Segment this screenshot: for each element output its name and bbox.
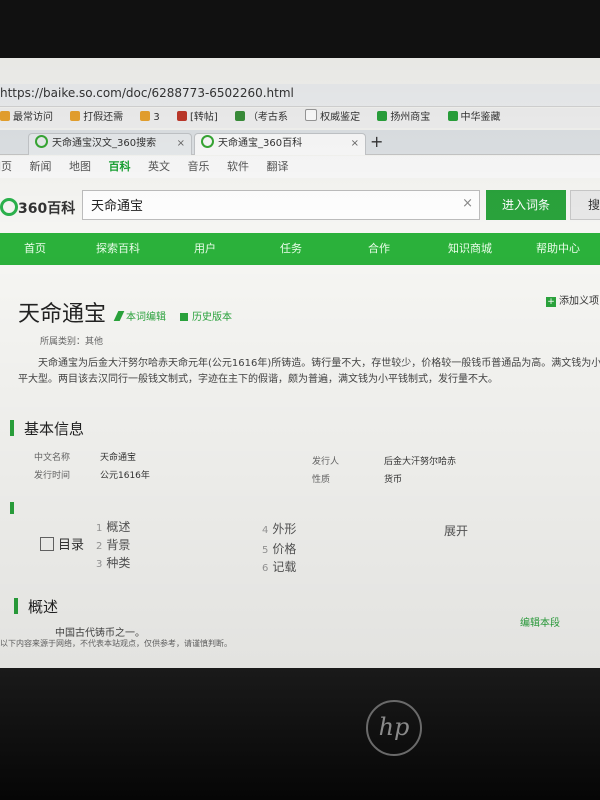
page-icon — [447, 111, 458, 121]
nav-item[interactable]: 地图 — [69, 156, 91, 178]
toc-item[interactable]: 3 种类 — [96, 554, 130, 571]
toc-item[interactable]: 4 外形 — [262, 520, 296, 537]
toc-item[interactable]: 6 记载 — [262, 558, 296, 575]
main-nav-store[interactable]: 知识商城 — [448, 233, 492, 265]
bookmark-item[interactable]: [转帖] — [176, 108, 218, 128]
tab-search[interactable]: 天命通宝汉文_360搜索 × — [28, 133, 192, 155]
overview-text: 中国古代铸币之一。 — [55, 628, 145, 639]
search-input[interactable] — [83, 191, 459, 218]
edit-section-link[interactable]: 编辑本段 — [520, 614, 560, 629]
monitor-bezel-bottom — [0, 668, 600, 800]
nav-item[interactable]: 英文 — [148, 156, 170, 178]
overview-heading: 概述 — [14, 596, 58, 617]
info-value: 天命通宝 — [100, 453, 137, 463]
info-value: 公元1616年 — [100, 471, 150, 481]
nav-item[interactable]: 音乐 — [188, 156, 210, 178]
category-label: 所属类别：其他 — [40, 337, 104, 347]
image-icon — [176, 111, 187, 121]
tab-baike[interactable]: 天命通宝_360百科 × — [194, 133, 366, 155]
add-item-link[interactable]: + 添加义项 — [546, 292, 599, 307]
book-icon — [40, 537, 54, 551]
info-key: 发行人 — [312, 457, 340, 467]
bookmark-item[interactable]: 3 — [140, 108, 160, 128]
info-key: 发行时间 — [34, 471, 71, 481]
monitor-bezel-top — [0, 0, 600, 58]
info-key: 中文名称 — [34, 453, 71, 463]
main-nav-explore[interactable]: 探索百科 — [96, 233, 140, 265]
search-button[interactable]: 搜索 — [570, 190, 600, 220]
nav-item[interactable]: 网页 — [0, 156, 12, 178]
bookmarks-bar: 最常访问 打假还需 3 [转帖] （考古系 权威鉴定 扬州商宝 中华鉴藏 — [0, 108, 600, 128]
main-nav: 首页 探索百科 用户 任务 合作 知识商城 帮助中心 — [0, 233, 600, 265]
section-marker — [10, 502, 14, 514]
bookmark-item[interactable]: 最常访问 — [0, 108, 53, 128]
toc-item[interactable]: 1 概述 — [96, 518, 130, 535]
nav-item-baike[interactable]: 百科 — [109, 156, 131, 178]
star-icon — [0, 111, 10, 121]
favicon-icon — [201, 135, 214, 148]
page-icon — [70, 111, 81, 121]
footnote-text: 以下内容来源于网络，不代表本站观点，仅供参考，请谨慎判断。 — [0, 639, 232, 648]
tab-strip: 天命通宝汉文_360搜索 × 天命通宝_360百科 × + — [0, 130, 600, 155]
pencil-icon — [113, 311, 125, 321]
search-box[interactable]: × — [82, 190, 480, 220]
close-icon[interactable]: × — [351, 134, 359, 154]
nav-item[interactable]: 新闻 — [30, 156, 52, 178]
main-nav-help[interactable]: 帮助中心 — [536, 233, 580, 265]
clear-icon[interactable]: × — [462, 196, 473, 211]
history-icon — [180, 313, 188, 321]
new-tab-button[interactable]: + — [370, 132, 383, 151]
main-nav-tasks[interactable]: 任务 — [280, 233, 302, 265]
favicon-icon — [35, 135, 48, 148]
section-marker — [14, 598, 18, 614]
address-bar[interactable]: https://baike.so.com/doc/6288773-6502260… — [0, 84, 600, 107]
page-icon — [234, 111, 245, 121]
info-value: 后金大汗努尔哈赤 — [384, 457, 457, 467]
page-icon — [140, 111, 151, 121]
main-nav-home[interactable]: 首页 — [24, 233, 46, 265]
toc-label: 目录 — [40, 534, 84, 553]
nav-item[interactable]: 翻译 — [267, 156, 289, 178]
info-value: 货币 — [384, 475, 403, 485]
address-url[interactable]: https://baike.so.com/doc/6288773-6502260… — [0, 86, 294, 100]
section-marker — [10, 420, 14, 436]
search-header: 360百科 × 进入词条 搜索 — [0, 182, 600, 228]
page-title: 天命通宝 — [18, 302, 107, 327]
bookmark-item[interactable]: 扬州商宝 — [377, 108, 430, 128]
bookmark-item[interactable]: 中华鉴藏 — [447, 108, 501, 128]
enter-entry-button[interactable]: 进入词条 — [486, 190, 566, 220]
nav-item[interactable]: 软件 — [227, 156, 249, 178]
plus-icon: + — [546, 297, 556, 307]
logo-ring-icon — [0, 198, 18, 216]
toc-item[interactable]: 5 价格 — [262, 540, 296, 557]
toc-expand-link[interactable]: 展开 — [444, 522, 468, 539]
site-logo[interactable]: 360百科 — [0, 198, 75, 218]
page-icon — [305, 109, 318, 121]
summary-text: 天命通宝为后金大汗努尔哈赤天命元年(公元1616年)所铸造。铸行量不大，存世较少… — [18, 358, 600, 385]
page-icon — [377, 111, 388, 121]
info-key: 性质 — [312, 475, 331, 485]
bookmark-item[interactable]: 权威鉴定 — [305, 108, 360, 128]
main-nav-users[interactable]: 用户 — [194, 233, 216, 265]
basic-info-heading: 基本信息 — [10, 418, 84, 439]
edit-entry-link[interactable]: 本词编辑 — [113, 308, 166, 323]
browser-screen: https://baike.so.com/doc/6288773-6502260… — [0, 58, 600, 668]
site-top-nav: 网页 新闻 地图 百科 英文 音乐 软件 翻译 — [0, 156, 600, 178]
bookmark-item[interactable]: （考古系 — [234, 108, 288, 128]
history-link[interactable]: 历史版本 — [180, 308, 232, 323]
toc-item[interactable]: 2 背景 — [96, 536, 130, 553]
hp-logo: hp — [366, 700, 422, 756]
close-icon[interactable]: × — [177, 134, 185, 154]
main-nav-cooperation[interactable]: 合作 — [368, 233, 390, 265]
bookmark-item[interactable]: 打假还需 — [70, 108, 123, 128]
